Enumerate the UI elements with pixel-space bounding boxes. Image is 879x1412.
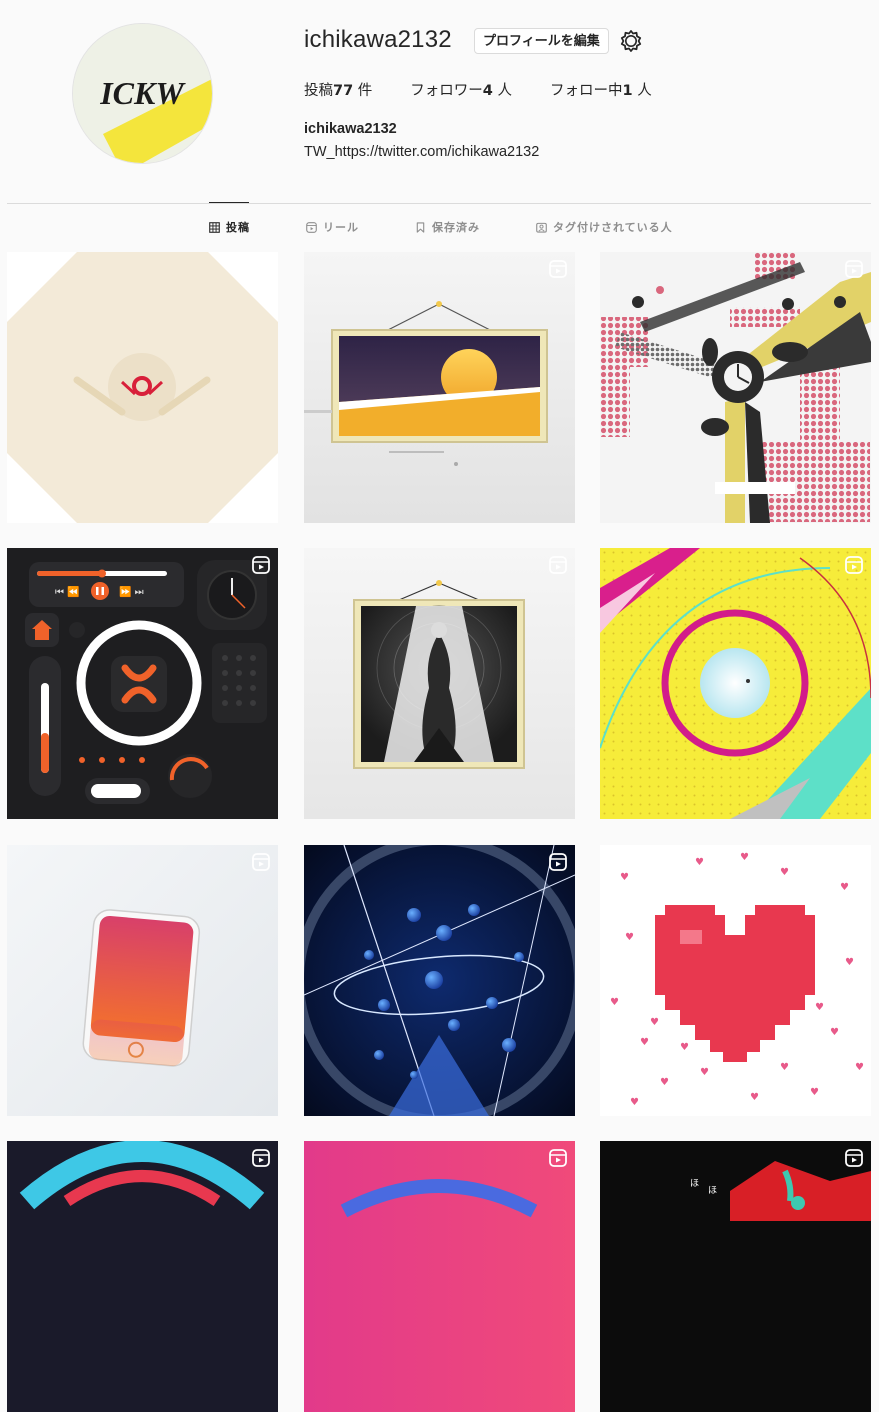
reel-indicator-icon [549, 260, 567, 278]
svg-text:♥: ♥ [855, 1062, 864, 1073]
tab-tagged[interactable]: タグ付けされている人 [536, 219, 673, 235]
octagon-emblem-art [7, 252, 278, 523]
svg-text:♥: ♥ [680, 1042, 689, 1053]
svg-text:♥: ♥ [640, 1037, 649, 1048]
post-tile[interactable] [304, 1141, 575, 1412]
pink-gradient-art [304, 1141, 575, 1412]
profile-username: ichikawa2132 [304, 26, 452, 53]
framed-sunset-art [304, 252, 575, 523]
svg-text:♥: ♥ [620, 872, 629, 883]
dark-control-panel-art: ⏮ ⏪ ⏩ ⏭ [7, 548, 278, 819]
tab-saved-label: 保存済み [432, 221, 480, 234]
reel-indicator-icon [549, 1149, 567, 1167]
dark-arc-art [7, 1141, 278, 1412]
reel-indicator-icon [252, 1149, 270, 1167]
profile-avatar[interactable]: ICKW [72, 23, 213, 164]
tab-saved[interactable]: 保存済み [415, 219, 480, 235]
reel-indicator-icon [845, 260, 863, 278]
post-tile[interactable] [600, 548, 871, 819]
tab-reels[interactable]: リール [306, 219, 359, 235]
svg-text:♥: ♥ [780, 1062, 789, 1073]
clock-dots-art [600, 252, 871, 523]
tabs-divider [7, 203, 871, 204]
posts-count-stat: 投稿77 件 [304, 83, 373, 99]
tagged-icon [536, 222, 547, 233]
post-tile[interactable] [600, 252, 871, 523]
post-tile[interactable]: ⏮ ⏪ ⏩ ⏭ [7, 548, 278, 819]
bookmark-icon [416, 221, 425, 233]
svg-text:♥: ♥ [700, 1067, 709, 1078]
svg-text:♥: ♥ [830, 1027, 839, 1038]
phone-gradient-art [7, 845, 278, 1116]
blue-orbit-art [304, 845, 575, 1116]
svg-text:♥: ♥ [660, 1077, 669, 1088]
svg-text:♥: ♥ [695, 857, 704, 868]
svg-text:♥: ♥ [630, 1097, 639, 1108]
post-tile[interactable] [7, 252, 278, 523]
reel-indicator-icon [549, 853, 567, 871]
post-tile[interactable] [7, 845, 278, 1116]
post-tile[interactable] [304, 548, 575, 819]
svg-text:♥: ♥ [610, 997, 619, 1008]
avatar-logo: ICKW [73, 24, 212, 163]
svg-text:♥: ♥ [625, 932, 634, 943]
reel-indicator-icon [549, 556, 567, 574]
profile-fullname: ichikawa2132 [304, 121, 397, 137]
svg-text:♥: ♥ [840, 882, 849, 893]
settings-gear-icon[interactable] [619, 29, 643, 53]
reels-icon [306, 221, 317, 233]
framed-figure-art [304, 548, 575, 819]
yellow-ring-art [600, 548, 871, 819]
pixel-heart-art: ♥♥ ♥♥ ♥♥♥♥ ♥♥♥♥ ♥♥♥♥ ♥♥♥♥ [600, 845, 871, 1116]
post-tile[interactable]: ほほ [600, 1141, 871, 1412]
following-count-link[interactable]: フォロー中1 人 [550, 79, 652, 100]
profile-stats: 投稿77 件 フォロワー4 人 フォロー中1 人 [304, 79, 652, 100]
svg-text:ほ: ほ [708, 1185, 717, 1196]
post-tile[interactable] [304, 252, 575, 523]
post-tile[interactable]: ♥ ♥ ♥ ♥ ♥ ♥ ♥ ♥ ♥ ♥ ♥ ♥ ♥ ♥ ♥ ♥ ♥ ♥ ♥ ♥ [600, 845, 871, 1116]
reel-indicator-icon [252, 556, 270, 574]
followers-count-link[interactable]: フォロワー4 人 [410, 79, 512, 100]
reel-indicator-icon [845, 556, 863, 574]
svg-text:♥: ♥ [815, 1002, 824, 1013]
tab-posts-label: 投稿 [226, 221, 250, 234]
reel-indicator-icon [845, 1149, 863, 1167]
edit-profile-button[interactable]: プロフィールを編集 [474, 28, 609, 54]
active-tab-indicator [209, 202, 249, 203]
svg-text:♥: ♥ [810, 1087, 819, 1098]
profile-bio: TW_https://twitter.com/ichikawa2132 [304, 144, 540, 160]
grid-icon [209, 221, 220, 233]
profile-tabs: 投稿 リール 保存済み タグ付けされている人 [209, 219, 673, 235]
post-tile[interactable] [304, 845, 575, 1116]
svg-text:♥: ♥ [845, 957, 854, 968]
svg-text:♥: ♥ [650, 1017, 659, 1028]
red-black-art: ほほ [600, 1141, 871, 1412]
reel-indicator-icon [252, 853, 270, 871]
svg-text:♥: ♥ [780, 867, 789, 878]
svg-text:⏩ ⏭: ⏩ ⏭ [119, 585, 144, 598]
tab-reels-label: リール [323, 221, 359, 234]
svg-text:⏮ ⏪: ⏮ ⏪ [55, 585, 80, 598]
post-tile[interactable] [7, 1141, 278, 1412]
svg-text:ほ: ほ [690, 1178, 699, 1189]
svg-text:ICKW: ICKW [99, 75, 186, 111]
svg-text:♥: ♥ [750, 1092, 759, 1103]
svg-text:♥: ♥ [740, 852, 749, 863]
tab-tagged-label: タグ付けされている人 [553, 221, 673, 234]
tab-posts[interactable]: 投稿 [209, 219, 250, 235]
